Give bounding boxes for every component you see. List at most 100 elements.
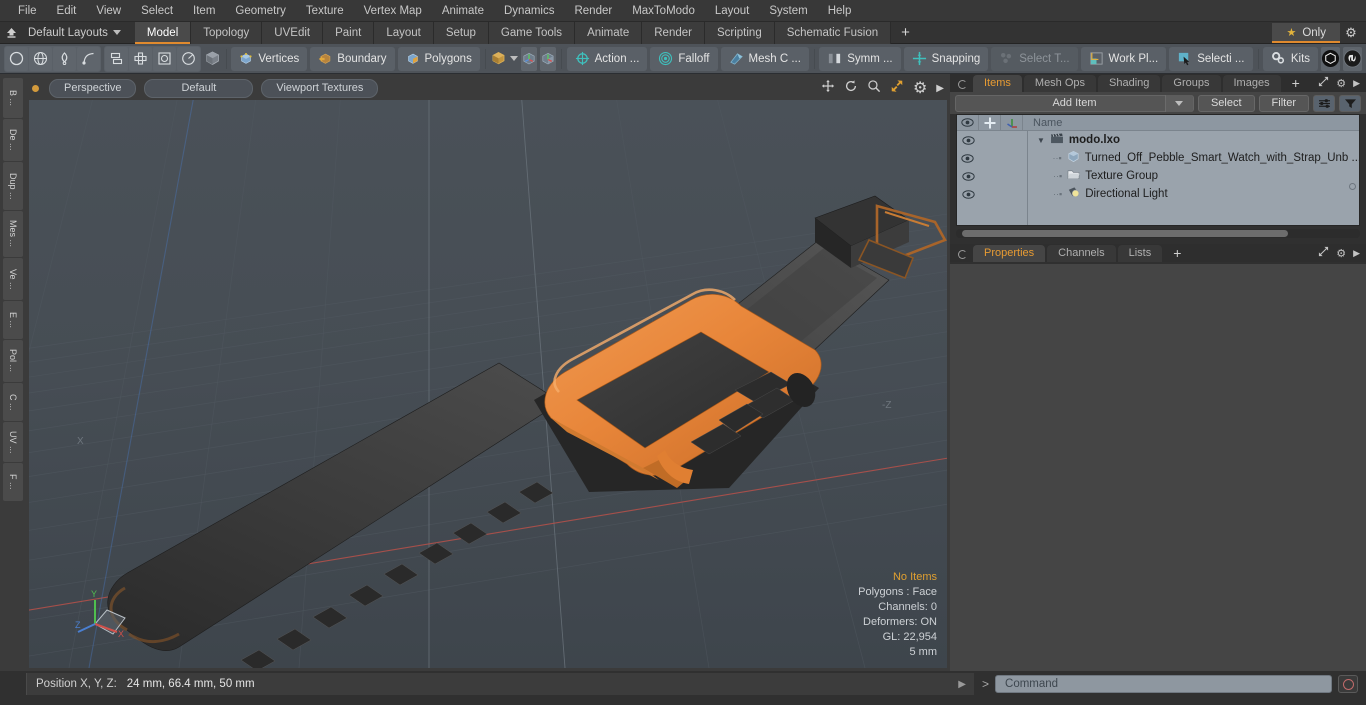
menu-item-help[interactable]: Help	[818, 0, 862, 22]
layout-tab-model[interactable]: Model	[134, 21, 192, 44]
menu-item-item[interactable]: Item	[183, 0, 225, 22]
expand-icon[interactable]	[1318, 76, 1329, 90]
globe-icon[interactable]	[29, 46, 52, 71]
chevron-right-icon[interactable]: ▶	[958, 679, 974, 690]
row-visibility-toggle[interactable]	[957, 189, 979, 199]
viewport-display-mode-selector[interactable]: Viewport Textures	[261, 78, 379, 98]
menu-item-render[interactable]: Render	[564, 0, 622, 22]
tab-properties[interactable]: Properties	[973, 245, 1046, 262]
snap-cube-alt-icon[interactable]	[540, 46, 557, 71]
scrollbar-thumb[interactable]	[962, 230, 1288, 237]
selection-mode-boundary[interactable]: Boundary	[310, 46, 395, 71]
home-up-icon[interactable]	[0, 22, 22, 44]
tab-shading[interactable]: Shading	[1098, 75, 1161, 92]
chevron-right-icon[interactable]: ▶	[1353, 78, 1360, 89]
align-icon[interactable]	[105, 46, 128, 71]
selection-mode-vertices[interactable]: Vertices	[231, 46, 308, 71]
modifier-selection-sets[interactable]: Selecti ...	[1169, 46, 1253, 71]
fit-icon[interactable]	[890, 79, 904, 98]
tab-channels[interactable]: Channels	[1047, 245, 1116, 262]
toolbox-tab-polygon[interactable]: Pol ...	[3, 340, 23, 382]
properties-content-area[interactable]	[950, 264, 1366, 671]
layout-tab-animate[interactable]: Animate	[575, 21, 643, 44]
toolbox-tab-basic[interactable]: B ...	[3, 78, 23, 118]
3d-viewport[interactable]: -Z X Y X Z No Items Polygons: Face Chan…	[29, 100, 947, 668]
modifier-work-plane[interactable]: Work Pl...	[1080, 46, 1167, 71]
selection-mode-polygons[interactable]: Polygons	[397, 46, 480, 71]
gear-icon[interactable]: ⚙	[1340, 25, 1362, 41]
layout-tab-layout[interactable]: Layout	[374, 21, 434, 44]
list-options-icon[interactable]	[1313, 94, 1335, 112]
layout-tab-setup[interactable]: Setup	[433, 21, 489, 44]
tab-lists[interactable]: Lists	[1117, 245, 1163, 262]
modifier-select-through[interactable]: Select T...	[991, 46, 1078, 71]
square-dot-icon[interactable]	[153, 46, 176, 71]
item-list[interactable]: Name ▼ modo.lxo ··▪ Turned_Off_Pebble_Sm…	[956, 114, 1360, 226]
add-tab-button[interactable]: +	[1164, 245, 1190, 262]
menu-item-select[interactable]: Select	[131, 0, 183, 22]
layout-tab-game-tools[interactable]: Game Tools	[488, 21, 576, 44]
tab-images[interactable]: Images	[1222, 75, 1281, 92]
menu-item-dynamics[interactable]: Dynamics	[494, 0, 564, 22]
axis-gizmo[interactable]: Y X Z	[73, 584, 133, 644]
menu-item-geometry[interactable]: Geometry	[225, 0, 296, 22]
add-tab-button[interactable]: +	[1283, 75, 1309, 92]
toolbox-tab-duplicate[interactable]: Dup ...	[3, 162, 23, 210]
row-visibility-toggle[interactable]	[957, 135, 979, 145]
layout-tab-topology[interactable]: Topology	[191, 21, 263, 44]
gear-icon[interactable]: ⚙	[1336, 247, 1346, 260]
snap-cube-icon[interactable]	[521, 46, 538, 71]
chevron-right-icon[interactable]: ▶	[936, 83, 944, 94]
toolbox-tab-mesh-edit[interactable]: Mes ...	[3, 211, 23, 257]
filter-button[interactable]: Filter	[1258, 94, 1309, 112]
center-icon[interactable]	[129, 46, 152, 71]
tab-groups[interactable]: Groups	[1162, 75, 1221, 92]
menu-item-file[interactable]: File	[8, 0, 47, 22]
menu-item-maxtomodo[interactable]: MaxToModo	[622, 0, 705, 22]
mesh-cube-icon[interactable]	[204, 47, 221, 71]
default-layouts-selector[interactable]: Default Layouts	[22, 27, 129, 39]
command-input[interactable]: Command	[995, 675, 1332, 693]
zoom-icon[interactable]	[867, 79, 881, 98]
gear-icon[interactable]: ⚙	[1336, 77, 1346, 90]
modifier-snapping[interactable]: Snapping	[903, 46, 989, 71]
menu-item-vertex-map[interactable]: Vertex Map	[354, 0, 432, 22]
layout-tab-render[interactable]: Render	[642, 21, 705, 44]
viewport-projection-selector[interactable]: Perspective	[49, 78, 137, 98]
item-list-body[interactable]: ▼ modo.lxo ··▪ Turned_Off_Pebble_Smart_W…	[957, 131, 1359, 225]
select-button[interactable]: Select	[1197, 94, 1255, 112]
table-row[interactable]: ··▪ Turned_Off_Pebble_Smart_Watch_with_S…	[957, 149, 1359, 167]
menu-item-view[interactable]: View	[86, 0, 131, 22]
toolbox-tab-curve[interactable]: C ...	[3, 383, 23, 421]
modo-cube-icon[interactable]	[1321, 46, 1341, 71]
panel-menu-icon[interactable]	[958, 80, 967, 89]
item-list-horizontal-scrollbar[interactable]	[956, 229, 1360, 238]
modifier-mesh-constraint[interactable]: Mesh C ...	[720, 46, 809, 71]
move-icon[interactable]	[821, 79, 835, 98]
expand-icon[interactable]	[1318, 246, 1329, 260]
modifier-falloff[interactable]: Falloff	[650, 46, 718, 71]
layout-tab-paint[interactable]: Paint	[323, 21, 375, 44]
list-resize-handle[interactable]	[1349, 183, 1356, 190]
add-item-dropdown[interactable]	[1164, 94, 1193, 112]
viewport-shading-selector[interactable]: Default	[144, 78, 254, 98]
toolbox-tab-deform[interactable]: De ...	[3, 119, 23, 161]
menu-item-texture[interactable]: Texture	[296, 0, 354, 22]
layout-tab-scripting[interactable]: Scripting	[704, 21, 775, 44]
toolbox-tab-fusion[interactable]: F ...	[3, 463, 23, 501]
kits-button[interactable]: Kits	[1262, 46, 1319, 71]
menu-item-system[interactable]: System	[759, 0, 817, 22]
add-layout-tab-button[interactable]: +	[891, 22, 920, 44]
gear-icon[interactable]: ⚙	[913, 78, 927, 98]
pen-icon[interactable]	[53, 46, 76, 71]
panel-menu-icon[interactable]	[958, 250, 967, 259]
toolbox-tab-edge[interactable]: E ...	[3, 301, 23, 339]
row-visibility-toggle[interactable]	[957, 171, 979, 181]
record-circle-icon[interactable]	[1338, 675, 1358, 693]
radial-icon[interactable]	[177, 46, 200, 71]
menu-item-animate[interactable]: Animate	[432, 0, 494, 22]
chevron-right-icon[interactable]: ▶	[1353, 248, 1360, 259]
modifier-action-center[interactable]: Action ...	[566, 46, 648, 71]
layout-tab-uvedit[interactable]: UVEdit	[262, 21, 324, 44]
curve-icon[interactable]	[77, 46, 100, 71]
